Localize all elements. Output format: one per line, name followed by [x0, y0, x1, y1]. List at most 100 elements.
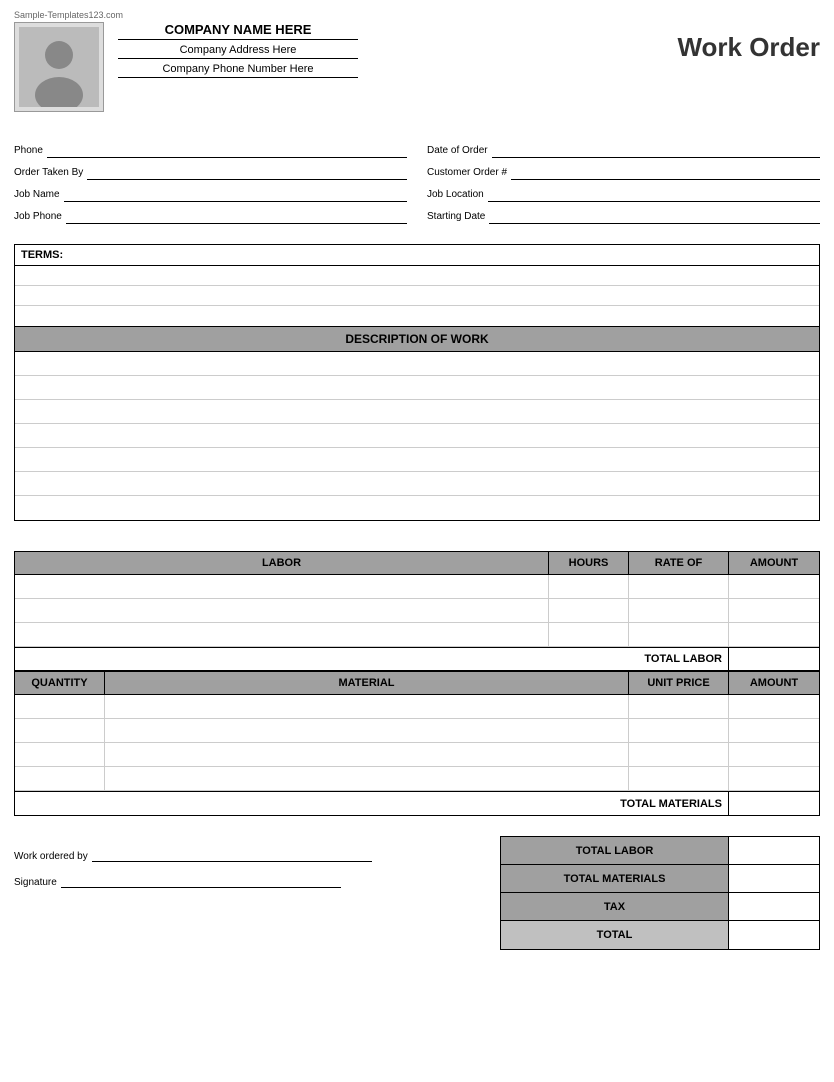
mat-cell-material-4	[105, 767, 629, 790]
work-ordered-by-field[interactable]	[92, 846, 372, 862]
job-location-field[interactable]	[488, 186, 820, 202]
mat-cell-amount-3	[729, 743, 819, 766]
summary-total-value[interactable]	[729, 921, 819, 949]
materials-total-value[interactable]	[729, 792, 819, 815]
form-right-customer: Customer Order #	[427, 164, 820, 180]
order-taken-label: Order Taken By	[14, 167, 83, 180]
labor-cell-main-2	[15, 599, 549, 622]
materials-total-label: TOTAL MATERIALS	[15, 792, 729, 815]
mat-cell-amount-4	[729, 767, 819, 790]
signature-row: Signature	[14, 872, 500, 888]
mat-cell-material-3	[105, 743, 629, 766]
summary-total-materials-label: TOTAL MATERIALS	[501, 865, 729, 892]
mat-col-amount: AMOUNT	[729, 672, 819, 694]
desc-row-2[interactable]	[15, 376, 819, 400]
materials-header: QUANTITY MATERIAL UNIT PRICE AMOUNT	[15, 672, 819, 695]
form-row-2: Order Taken By Customer Order #	[14, 164, 820, 180]
labor-col-labor: LABOR	[15, 552, 549, 574]
materials-section: QUANTITY MATERIAL UNIT PRICE AMOUNT TOTA…	[14, 672, 820, 816]
mat-cell-qty-1	[15, 695, 105, 718]
terms-row-1[interactable]	[15, 266, 819, 286]
labor-header: LABOR HOURS RATE OF AMOUNT	[15, 552, 819, 575]
labor-col-rate: RATE OF	[629, 552, 729, 574]
terms-row-3[interactable]	[15, 306, 819, 326]
company-info: COMPANY NAME HERE Company Address Here C…	[118, 22, 358, 82]
desc-row-5[interactable]	[15, 448, 819, 472]
work-ordered-by-row: Work ordered by	[14, 846, 500, 862]
desc-row-7[interactable]	[15, 496, 819, 520]
summary-tax-value[interactable]	[729, 893, 819, 920]
summary-total-labor-value[interactable]	[729, 837, 819, 864]
customer-order-label: Customer Order #	[427, 167, 507, 180]
form-right-jobloc: Job Location	[427, 186, 820, 202]
work-ordered-by-label: Work ordered by	[14, 851, 88, 862]
labor-col-hours: HOURS	[549, 552, 629, 574]
summary-total-label: TOTAL	[501, 921, 729, 949]
summary-total-materials-value[interactable]	[729, 865, 819, 892]
starting-date-field[interactable]	[489, 208, 820, 224]
summary-left: Work ordered by Signature	[14, 836, 500, 950]
labor-cell-hours-1	[549, 575, 629, 598]
mat-cell-material-2	[105, 719, 629, 742]
labor-data-row-1[interactable]	[15, 575, 819, 599]
signature-label: Signature	[14, 877, 57, 888]
watermark: Sample-Templates123.com	[14, 10, 820, 20]
desc-row-4[interactable]	[15, 424, 819, 448]
summary-table: TOTAL LABOR TOTAL MATERIALS TAX TOTAL	[500, 836, 820, 950]
mat-cell-price-1	[629, 695, 729, 718]
labor-cell-amount-2	[729, 599, 819, 622]
form-row-4: Job Phone Starting Date	[14, 208, 820, 224]
labor-cell-hours-2	[549, 599, 629, 622]
job-phone-field[interactable]	[66, 208, 407, 224]
page-title: Work Order	[677, 22, 820, 63]
labor-data-row-2[interactable]	[15, 599, 819, 623]
date-of-order-field[interactable]	[492, 142, 820, 158]
mat-cell-qty-2	[15, 719, 105, 742]
form-right-startdate: Starting Date	[427, 208, 820, 224]
summary-row-total-materials: TOTAL MATERIALS	[501, 865, 819, 893]
mat-col-price: UNIT PRICE	[629, 672, 729, 694]
mat-cell-price-3	[629, 743, 729, 766]
header: COMPANY NAME HERE Company Address Here C…	[14, 22, 820, 112]
mat-cell-qty-4	[15, 767, 105, 790]
terms-row-2[interactable]	[15, 286, 819, 306]
mat-cell-price-4	[629, 767, 729, 790]
description-header: DESCRIPTION OF WORK	[15, 327, 819, 352]
labor-cell-amount-1	[729, 575, 819, 598]
labor-cell-rate-3	[629, 623, 729, 646]
labor-total-value[interactable]	[729, 648, 819, 670]
mat-cell-qty-3	[15, 743, 105, 766]
mat-data-row-1[interactable]	[15, 695, 819, 719]
terms-header: TERMS:	[15, 245, 819, 266]
job-name-field[interactable]	[64, 186, 407, 202]
form-row-1: Phone Date of Order	[14, 142, 820, 158]
labor-cell-main-1	[15, 575, 549, 598]
summary-right: TOTAL LABOR TOTAL MATERIALS TAX TOTAL	[500, 836, 820, 950]
summary-row-total: TOTAL	[501, 921, 819, 949]
mat-data-row-2[interactable]	[15, 719, 819, 743]
order-taken-field[interactable]	[87, 164, 407, 180]
labor-data-row-3[interactable]	[15, 623, 819, 647]
mat-data-row-3[interactable]	[15, 743, 819, 767]
form-left-phone: Phone	[14, 142, 407, 158]
materials-total-row: TOTAL MATERIALS	[15, 791, 819, 815]
phone-field[interactable]	[47, 142, 407, 158]
company-photo	[14, 22, 104, 112]
company-phone: Company Phone Number Here	[118, 63, 358, 78]
desc-row-1[interactable]	[15, 352, 819, 376]
summary-total-labor-label: TOTAL LABOR	[501, 837, 729, 864]
form-fields: Phone Date of Order Order Taken By Custo…	[14, 142, 820, 224]
mat-col-qty: QUANTITY	[15, 672, 105, 694]
labor-cell-hours-3	[549, 623, 629, 646]
form-left-jobname: Job Name	[14, 186, 407, 202]
job-phone-label: Job Phone	[14, 211, 62, 224]
signature-field[interactable]	[61, 872, 341, 888]
desc-row-3[interactable]	[15, 400, 819, 424]
customer-order-field[interactable]	[511, 164, 820, 180]
company-address: Company Address Here	[118, 44, 358, 59]
mat-cell-amount-1	[729, 695, 819, 718]
mat-data-row-4[interactable]	[15, 767, 819, 791]
mat-cell-price-2	[629, 719, 729, 742]
desc-row-6[interactable]	[15, 472, 819, 496]
labor-cell-amount-3	[729, 623, 819, 646]
